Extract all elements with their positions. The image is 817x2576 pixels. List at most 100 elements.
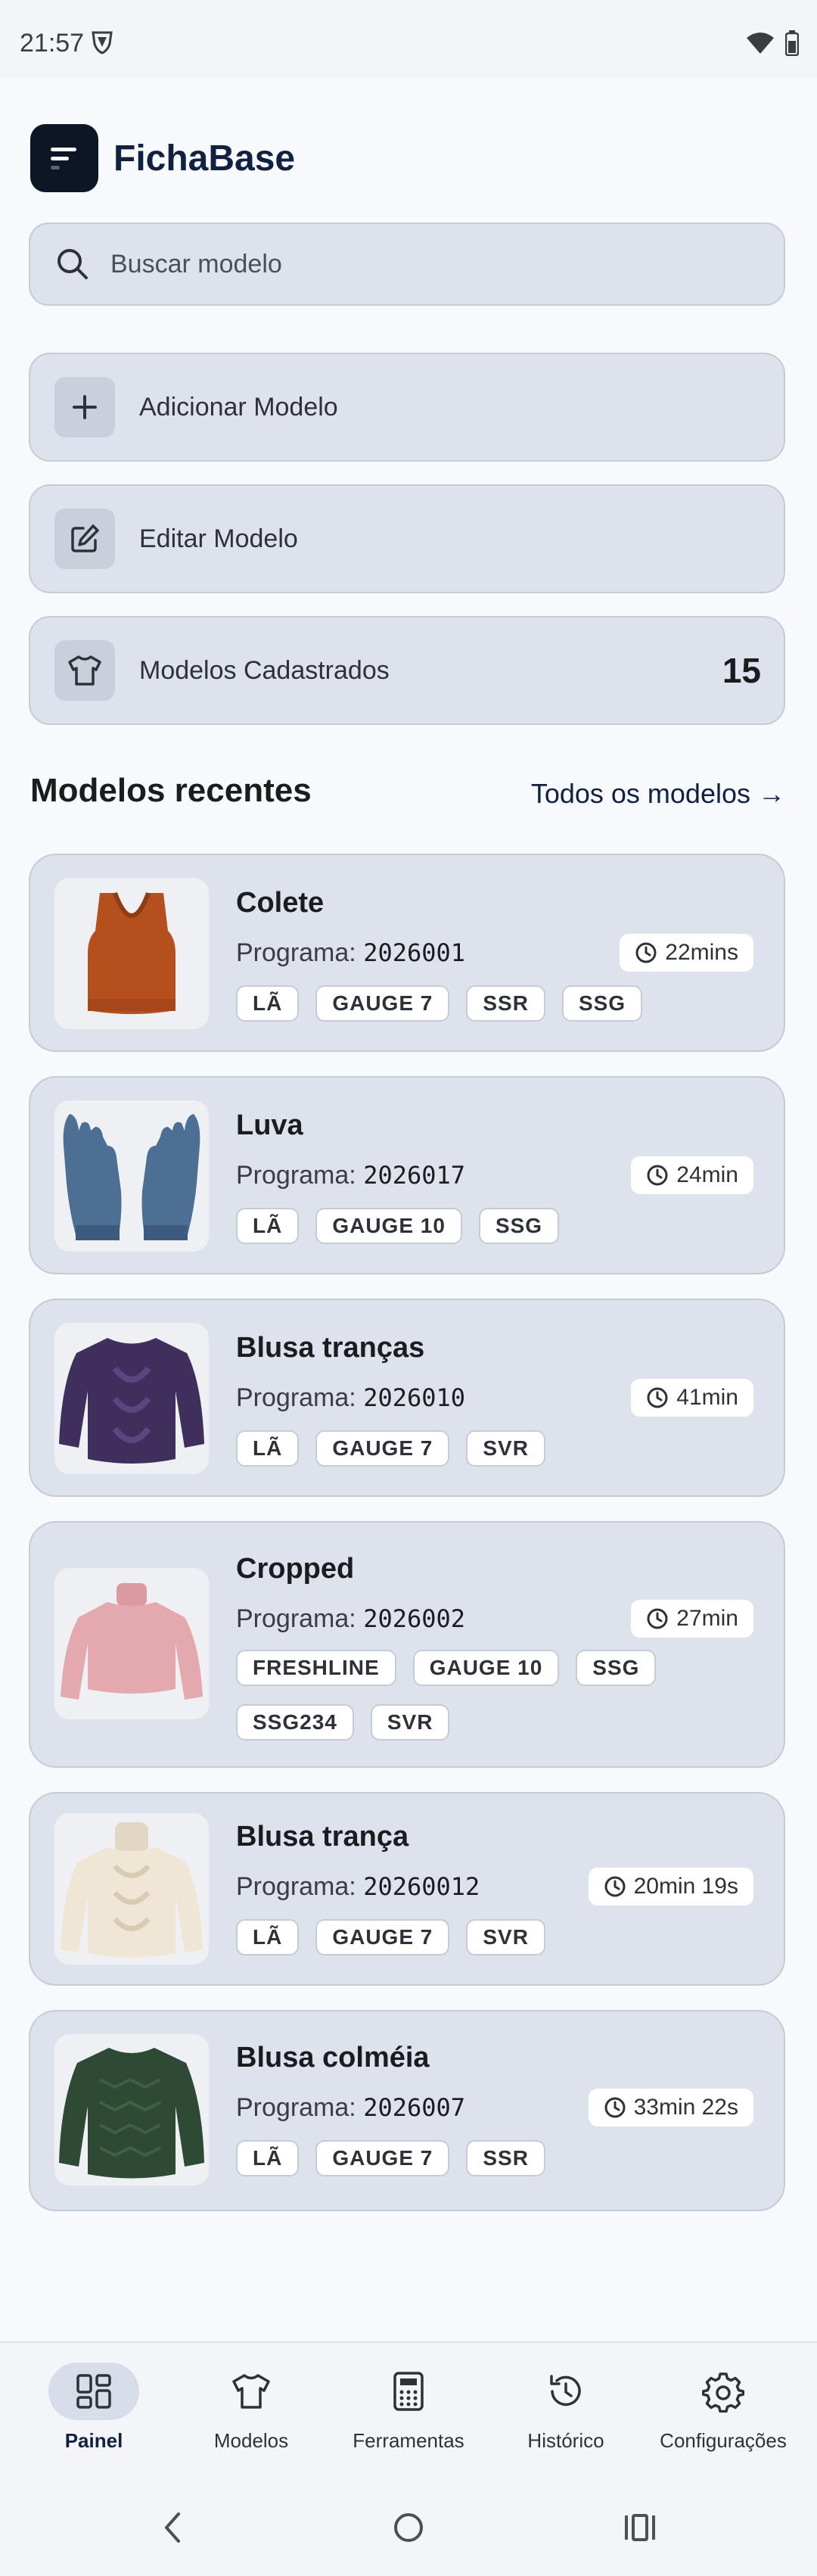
time-badge: 24min bbox=[631, 1156, 753, 1194]
recents-icon[interactable] bbox=[622, 2506, 658, 2553]
model-card[interactable]: Blusa colméia Programa: 2026007 33min 22… bbox=[29, 2010, 785, 2211]
clock-icon bbox=[647, 1608, 668, 1629]
all-models-link[interactable]: Todos os modelos → bbox=[531, 778, 785, 810]
model-name: Colete bbox=[236, 887, 325, 919]
model-card[interactable]: Blusa tranças Programa: 2026010 41min LÃ… bbox=[29, 1299, 785, 1497]
tag-list: LÃ GAUGE 10 SSG bbox=[236, 1208, 758, 1244]
edit-icon-box bbox=[54, 509, 115, 569]
tag: SVR bbox=[466, 1430, 545, 1467]
time-value: 22mins bbox=[665, 940, 738, 965]
nav-label: Modelos bbox=[213, 2429, 289, 2452]
model-name: Blusa trança bbox=[236, 1821, 409, 1853]
tag-list: FRESHLINE GAUGE 10 SSG SSG234 SVR bbox=[236, 1650, 758, 1741]
model-name: Cropped bbox=[236, 1553, 355, 1585]
clock-icon bbox=[647, 1165, 668, 1186]
tag: SSG bbox=[576, 1650, 657, 1686]
model-name: Blusa tranças bbox=[236, 1332, 425, 1364]
time-value: 33min 22s bbox=[633, 2095, 738, 2120]
battery-icon bbox=[784, 30, 800, 60]
search-input[interactable] bbox=[109, 248, 747, 280]
nav-ferramentas[interactable]: Ferramentas bbox=[327, 2363, 490, 2469]
recent-models-title: Modelos recentes bbox=[30, 772, 312, 809]
search-icon bbox=[57, 249, 88, 279]
registered-models-card[interactable]: Modelos Cadastrados 15 bbox=[29, 616, 785, 725]
dashboard-icon bbox=[48, 2363, 139, 2420]
tag: GAUGE 7 bbox=[315, 1430, 450, 1467]
time-badge: 22mins bbox=[620, 934, 753, 972]
nav-configuracoes[interactable]: Configurações bbox=[641, 2363, 805, 2469]
tag: LÃ bbox=[236, 1919, 300, 1955]
nav-painel[interactable]: Painel bbox=[12, 2363, 176, 2469]
clock-icon bbox=[635, 942, 657, 963]
wifi-icon bbox=[746, 32, 775, 58]
tag: LÃ bbox=[236, 985, 300, 1022]
tag-list: LÃ GAUGE 7 SVR bbox=[236, 1430, 758, 1467]
model-name: Blusa colméia bbox=[236, 2042, 430, 2074]
add-model-label: Adicionar Modelo bbox=[139, 392, 338, 422]
edit-icon bbox=[71, 524, 99, 552]
clock-icon bbox=[604, 2097, 626, 2118]
program-code: 2026017 bbox=[363, 1161, 466, 1190]
tag: SSR bbox=[466, 985, 545, 1022]
tag: SSR bbox=[466, 2140, 545, 2176]
nav-label: Ferramentas bbox=[353, 2429, 464, 2452]
program-prefix: Programa: bbox=[236, 1383, 356, 1412]
program-line: Programa: 20260012 bbox=[236, 1872, 480, 1902]
time-badge: 41min bbox=[631, 1379, 753, 1417]
sweater-vest-photo bbox=[54, 878, 209, 1029]
model-card[interactable]: Colete Programa: 2026001 22mins LÃ GAUGE… bbox=[29, 854, 785, 1052]
program-code: 2026010 bbox=[363, 1383, 466, 1412]
tag: LÃ bbox=[236, 2140, 300, 2176]
app-logo bbox=[30, 124, 98, 192]
nav-modelos[interactable]: Modelos bbox=[169, 2363, 333, 2469]
shirt-icon-box bbox=[54, 640, 115, 701]
time-value: 41min bbox=[676, 1385, 738, 1410]
time-badge: 27min bbox=[631, 1600, 753, 1638]
tag: LÃ bbox=[236, 1430, 300, 1467]
search-bar[interactable] bbox=[29, 222, 785, 306]
tag: SSG bbox=[478, 1208, 560, 1244]
edit-model-button[interactable]: Editar Modelo bbox=[29, 484, 785, 593]
history-icon bbox=[520, 2363, 611, 2420]
program-line: Programa: 2026017 bbox=[236, 1161, 465, 1190]
tag: SSG bbox=[561, 985, 643, 1022]
plus-icon bbox=[73, 395, 97, 419]
system-navigation-bar bbox=[0, 2485, 817, 2576]
program-code: 2026007 bbox=[363, 2093, 466, 2122]
tag: GAUGE 7 bbox=[315, 985, 450, 1022]
tag: GAUGE 7 bbox=[315, 2140, 450, 2176]
model-name: Luva bbox=[236, 1109, 303, 1141]
add-icon-box bbox=[54, 377, 115, 437]
nav-label: Painel bbox=[64, 2429, 123, 2452]
program-prefix: Programa: bbox=[236, 2093, 356, 2122]
registered-models-count: 15 bbox=[722, 651, 761, 690]
model-card[interactable]: Cropped Programa: 2026002 27min FRESHLIN… bbox=[29, 1521, 785, 1768]
gloves-photo bbox=[54, 1100, 209, 1252]
cropped-sweater-photo bbox=[54, 1568, 209, 1719]
shirt-icon bbox=[68, 655, 101, 686]
app-title: FichaBase bbox=[113, 138, 296, 179]
program-code: 20260012 bbox=[363, 1872, 480, 1901]
bottom-navigation: Painel Modelos Ferramentas Histórico Con… bbox=[0, 2341, 817, 2487]
add-model-button[interactable]: Adicionar Modelo bbox=[29, 353, 785, 462]
time-value: 24min bbox=[676, 1162, 738, 1187]
back-icon[interactable] bbox=[160, 2506, 185, 2553]
calculator-icon bbox=[363, 2363, 454, 2420]
time-value: 20min 19s bbox=[633, 1874, 738, 1899]
registered-models-label: Modelos Cadastrados bbox=[139, 655, 390, 685]
tag: LÃ bbox=[236, 1208, 300, 1244]
tag-list: LÃ GAUGE 7 SSR SSG bbox=[236, 985, 758, 1022]
nav-historico[interactable]: Histórico bbox=[484, 2363, 648, 2469]
time-value: 27min bbox=[676, 1606, 738, 1631]
home-icon[interactable] bbox=[390, 2506, 427, 2553]
model-card[interactable]: Luva Programa: 2026017 24min LÃ GAUGE 10… bbox=[29, 1076, 785, 1274]
tag: SSG234 bbox=[236, 1704, 354, 1741]
tag-list: LÃ GAUGE 7 SSR bbox=[236, 2140, 758, 2176]
cable-sweater-photo bbox=[54, 1323, 209, 1474]
program-prefix: Programa: bbox=[236, 1872, 356, 1901]
model-card[interactable]: Blusa trança Programa: 20260012 20min 19… bbox=[29, 1792, 785, 1986]
nav-label: Histórico bbox=[527, 2429, 604, 2452]
program-line: Programa: 2026002 bbox=[236, 1604, 465, 1634]
turtleneck-sweater-photo bbox=[54, 1813, 209, 1965]
honeycomb-sweater-photo bbox=[54, 2034, 209, 2186]
